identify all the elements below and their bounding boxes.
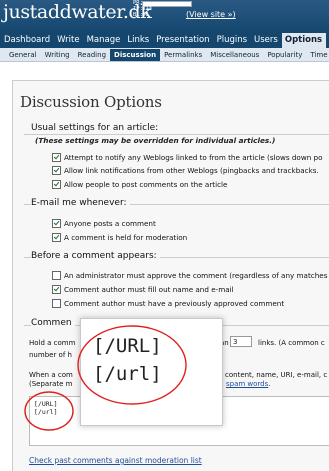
option-label: A comment is held for moderation — [64, 233, 188, 242]
moderation-words-text-line2: (Separate m — [29, 380, 73, 388]
subtab-general[interactable]: General — [5, 49, 41, 61]
admin-header: justaddwater.dk PR: IP: 323 BL: 60 (View… — [0, 0, 329, 33]
zoom-line: [/URL] — [93, 335, 162, 357]
subtab-popularity[interactable]: Popularity — [263, 49, 306, 61]
option-allow-comments[interactable]: Allow people to post comments on the art… — [52, 180, 227, 189]
option-label: Comment author must have a previously ap… — [64, 299, 285, 308]
page-stats: PR: IP: 323 BL: 60 — [133, 1, 192, 18]
email-anyone-posts-checkbox[interactable] — [52, 219, 61, 228]
subtab-writing[interactable]: Writing — [41, 49, 74, 61]
option-label: Attempt to notify any Weblogs linked to … — [64, 153, 323, 162]
tab-users[interactable]: Users — [251, 33, 282, 48]
admin-approve-checkbox[interactable] — [52, 271, 61, 280]
spam-words-link[interactable]: spam words — [226, 380, 268, 388]
option-label: Comment author must fill out name and e-… — [64, 285, 234, 294]
subtab-permalinks[interactable]: Permalinks — [160, 49, 206, 61]
option-allow-link-notifications[interactable]: Allow link notifications from other Webl… — [52, 166, 319, 175]
max-links-input[interactable]: 3 — [230, 336, 252, 347]
option-notify-weblogs[interactable]: Attempt to notify any Weblogs linked to … — [52, 153, 323, 162]
stat-label: BL: — [133, 11, 143, 18]
moderation-words-text: When a com — [29, 371, 73, 379]
option-admin-approve[interactable]: An administrator must approve the commen… — [52, 271, 327, 280]
name-email-required-checkbox[interactable] — [52, 285, 61, 294]
notify-weblogs-checkbox[interactable] — [52, 153, 61, 162]
main-nav: Dashboard Write Manage Links Presentatio… — [0, 33, 329, 48]
stat-bl: BL: 60 — [133, 11, 192, 19]
check-past-comments-link[interactable]: Check past comments against moderation l… — [29, 456, 202, 465]
tab-plugins[interactable]: Plugins — [214, 33, 251, 48]
subtab-timezone[interactable]: Time Zo — [306, 49, 329, 61]
subtab-miscellaneous[interactable]: Miscellaneous — [206, 49, 263, 61]
spam-words-period: . — [268, 380, 271, 388]
option-label: Anyone posts a comment — [64, 219, 156, 228]
site-name[interactable]: justaddwater.dk — [3, 1, 152, 23]
email-legend: E-mail me whenever: — [31, 198, 130, 208]
option-email-anyone-posts[interactable]: Anyone posts a comment — [52, 219, 156, 228]
subtab-discussion[interactable]: Discussion — [110, 48, 161, 61]
hold-comment-text: Hold a comm — [29, 339, 76, 347]
allow-comments-checkbox[interactable] — [52, 180, 61, 189]
view-site-label[interactable]: (View site ») — [186, 10, 236, 19]
tab-links[interactable]: Links — [124, 33, 153, 48]
fieldset-divider — [24, 134, 329, 135]
tab-manage[interactable]: Manage — [84, 33, 125, 48]
tab-write[interactable]: Write — [54, 33, 83, 48]
spam-words-sentence: spam words. — [226, 380, 271, 389]
option-name-email-required[interactable]: Comment author must fill out name and e-… — [52, 285, 234, 294]
usual-settings-legend: Usual settings for an article: — [31, 123, 162, 133]
option-label: Allow people to post comments on the art… — [64, 180, 228, 189]
comment-moderation-legend: Commen — [31, 318, 75, 328]
view-site-link[interactable]: (View site ») — [186, 10, 236, 19]
usual-settings-note: (These settings may be overridden for in… — [35, 136, 276, 145]
options-subnav: General Writing Reading Discussion Perma… — [0, 48, 329, 62]
moderation-words-text-end: content, name, URI, e-mail, c — [225, 371, 328, 379]
zoom-line: [/url] — [93, 363, 162, 385]
link-notifications-checkbox[interactable] — [52, 166, 61, 175]
subtab-reading[interactable]: Reading — [74, 49, 110, 61]
tab-dashboard[interactable]: Dashboard — [1, 33, 54, 48]
tab-presentation[interactable]: Presentation — [153, 33, 213, 48]
option-label: Allow link notifications from other Webl… — [64, 166, 319, 175]
tab-options[interactable]: Options — [281, 33, 327, 48]
stat-value: 60 — [142, 11, 149, 18]
option-previously-approved[interactable]: Comment author must have a previously ap… — [52, 299, 284, 308]
before-comment-legend: Before a comment appears: — [31, 251, 160, 261]
page-title: Discussion Options — [20, 93, 162, 111]
option-email-held-moderation[interactable]: A comment is held for moderation — [52, 233, 187, 242]
email-held-moderation-checkbox[interactable] — [52, 233, 61, 242]
hold-comment-text-line2: number of h — [29, 351, 72, 359]
previously-approved-checkbox[interactable] — [52, 299, 61, 308]
links-suffix-text: links. (A common c — [258, 339, 325, 347]
option-label: An administrator must approve the commen… — [64, 271, 328, 280]
zoom-magnifier: [/URL] [/url] — [80, 318, 223, 426]
